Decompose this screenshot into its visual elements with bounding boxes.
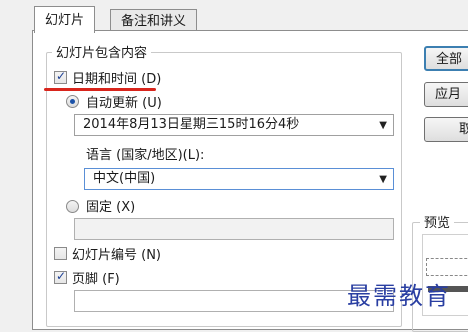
language-value: 中文(中国) <box>93 171 156 186</box>
language-dropdown[interactable]: 中文(中国) ▼ <box>84 168 394 190</box>
group-title: 幻灯片包含内容 <box>52 42 152 61</box>
footer-label: 页脚 (F) <box>72 272 120 287</box>
fixed-input[interactable] <box>74 218 394 240</box>
chevron-down-icon: ▼ <box>379 120 387 131</box>
auto-update-label: 自动更新 (U) <box>86 96 162 111</box>
cancel-button[interactable]: 取 <box>424 117 468 142</box>
date-format-value: 2014年8月13日星期三15时16分4秒 <box>83 117 300 132</box>
date-time-label: 日期和时间 (D) <box>72 72 162 87</box>
chevron-down-icon: ▼ <box>379 174 387 185</box>
footer-input[interactable] <box>74 290 394 312</box>
apply-all-button[interactable]: 全部 <box>424 46 468 71</box>
check-icon: ✓ <box>56 69 67 83</box>
date-time-checkbox[interactable]: ✓ <box>54 69 67 84</box>
check-icon: ✓ <box>56 269 67 283</box>
language-label: 语言 (国家/地区)(L): <box>86 148 205 163</box>
watermark-text: 最需教育 <box>347 282 451 310</box>
slide-number-label: 幻灯片编号 (N) <box>72 248 162 263</box>
date-format-dropdown[interactable]: 2014年8月13日星期三15时16分4秒 ▼ <box>74 114 394 136</box>
preview-placeholder <box>426 258 468 276</box>
fixed-label: 固定 (X) <box>86 200 136 215</box>
preview-label: 预览 <box>420 212 455 231</box>
slide-number-checkbox[interactable] <box>54 247 67 260</box>
auto-update-radio[interactable] <box>66 95 79 108</box>
fixed-radio[interactable] <box>66 200 79 213</box>
footer-checkbox[interactable]: ✓ <box>54 269 67 284</box>
apply-button[interactable]: 应月 <box>424 82 468 107</box>
tab-slide[interactable]: 幻灯片 <box>34 6 96 33</box>
red-underline <box>44 88 156 91</box>
